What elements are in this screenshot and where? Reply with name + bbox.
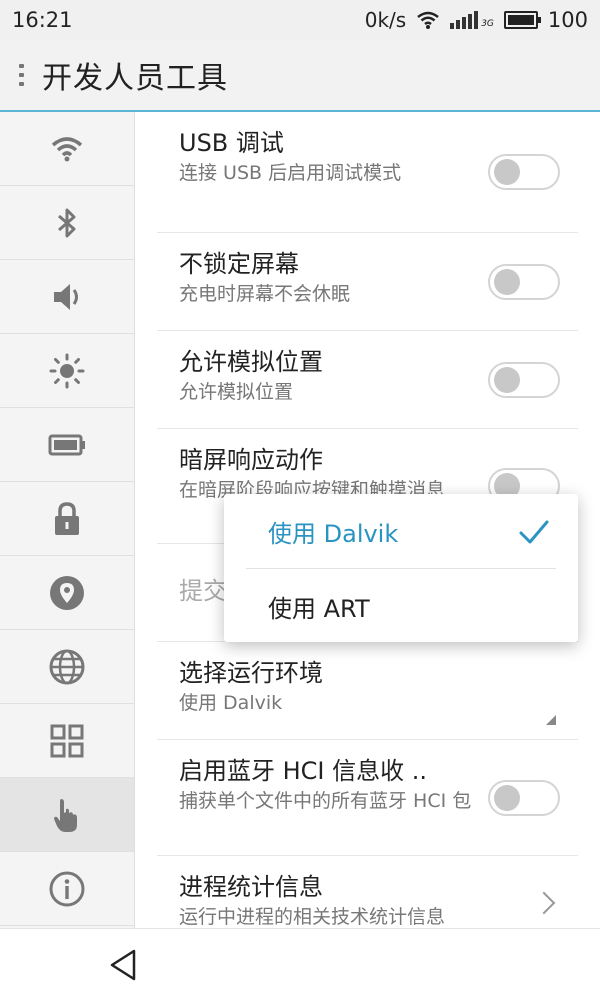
option-label: 使用 Dalvik	[268, 519, 399, 548]
sidebar-item-sound[interactable]	[0, 260, 134, 334]
setting-subtitle: 捕获单个文件中的所有蓝牙 HCI 包	[179, 790, 472, 812]
battery-status-icon	[503, 11, 541, 29]
setting-subtitle: 允许模拟位置	[179, 381, 294, 403]
cell-signal-icon: 3G	[450, 11, 494, 29]
setting-title: 进程统计信息	[179, 873, 323, 901]
navigation-bar	[0, 928, 600, 1000]
option-label: 使用 ART	[268, 594, 370, 623]
status-icons: 0k/s 3G 100	[365, 8, 588, 32]
network-type: 3G	[481, 19, 494, 29]
sidebar-item-security[interactable]	[0, 482, 134, 556]
status-time: 16:21	[12, 8, 73, 32]
stay-awake-toggle[interactable]	[488, 263, 560, 300]
info-icon	[49, 871, 85, 906]
apps-grid-icon	[50, 724, 84, 757]
network-speed: 0k/s	[364, 8, 407, 32]
setting-title: 选择运行环境	[179, 659, 323, 687]
setting-proc-stats[interactable]: 进程统计信息 运行中进程的相关技术统计信息	[157, 856, 578, 928]
status-bar: 16:21 0k/s 3G 100	[0, 0, 600, 40]
battery-level: 100	[547, 8, 588, 32]
volume-icon	[54, 283, 78, 310]
setting-mock-location[interactable]: 允许模拟位置 允许模拟位置	[157, 331, 578, 429]
usb-debug-toggle[interactable]	[488, 154, 560, 190]
drawer-handle-icon[interactable]	[0, 64, 42, 86]
sidebar-item-about[interactable]	[0, 852, 134, 926]
settings-sidebar	[0, 112, 135, 928]
setting-usb-debug[interactable]: USB 调试 连接 USB 后启用调试模式	[157, 112, 578, 233]
sidebar-item-battery[interactable]	[0, 408, 134, 482]
hand-pointer-icon	[54, 798, 77, 832]
brightness-icon	[49, 353, 85, 388]
bt-hci-toggle[interactable]	[488, 779, 560, 816]
sidebar-item-wifi[interactable]	[0, 112, 134, 186]
sidebar-item-bluetooth[interactable]	[0, 186, 134, 260]
sidebar-item-apps[interactable]	[0, 704, 134, 778]
mock-location-toggle[interactable]	[488, 361, 560, 398]
page-title: 开发人员工具	[42, 61, 228, 96]
setting-stay-awake[interactable]: 不锁定屏幕 充电时屏幕不会休眠	[157, 233, 578, 331]
sidebar-item-location[interactable]	[0, 556, 134, 630]
checkmark-icon	[519, 520, 549, 544]
setting-subtitle: 使用 Dalvik	[179, 692, 283, 714]
wifi-status-icon	[417, 11, 439, 29]
lock-icon	[55, 501, 79, 535]
bluetooth-icon	[58, 208, 76, 237]
setting-subtitle: 连接 USB 后启用调试模式	[179, 162, 402, 184]
sidebar-item-developer[interactable]	[0, 778, 134, 852]
wifi-icon	[51, 136, 83, 161]
setting-bt-hci[interactable]: 启用蓝牙 HCI 信息收 .. 捕获单个文件中的所有蓝牙 HCI 包	[157, 740, 578, 856]
battery-icon	[48, 434, 85, 455]
setting-subtitle: 运行中进程的相关技术统计信息	[179, 906, 446, 928]
setting-runtime[interactable]: 选择运行环境 使用 Dalvik	[157, 642, 578, 740]
location-icon	[50, 575, 84, 610]
sidebar-item-language[interactable]	[0, 630, 134, 704]
sidebar-item-display[interactable]	[0, 334, 134, 408]
option-art[interactable]: 使用 ART	[224, 569, 578, 643]
back-icon[interactable]	[104, 945, 144, 985]
dropdown-corner-icon	[546, 715, 556, 725]
setting-subtitle: 充电时屏幕不会休眠	[179, 283, 351, 305]
globe-icon	[49, 649, 85, 684]
app-header: 开发人员工具	[0, 40, 600, 112]
option-dalvik[interactable]: 使用 Dalvik	[224, 494, 578, 568]
runtime-select-popup: 使用 Dalvik 使用 ART	[224, 494, 578, 642]
